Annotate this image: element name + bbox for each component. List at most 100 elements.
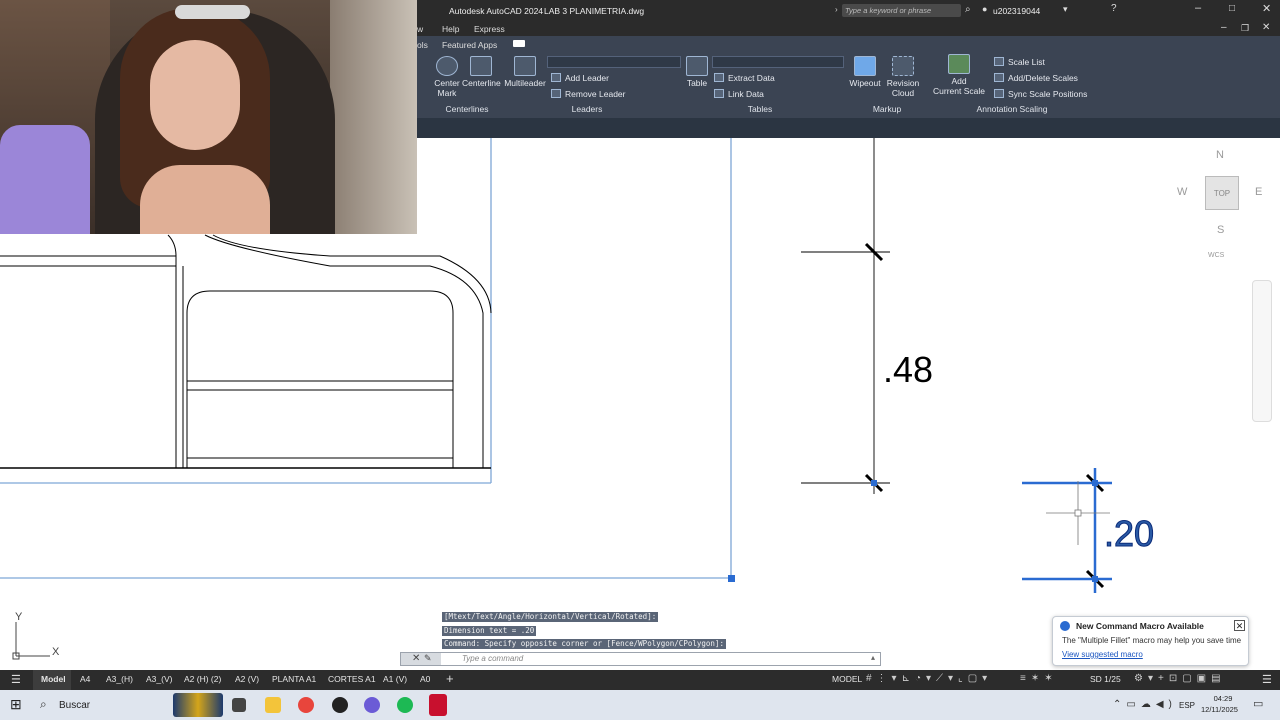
file-explorer-icon[interactable] [265, 697, 281, 713]
search-input[interactable]: Type a keyword or phrase [842, 4, 961, 17]
search-icon[interactable]: ⌕ [40, 697, 47, 712]
chevron-right-icon[interactable]: › [835, 5, 838, 14]
task-view-icon[interactable] [232, 698, 246, 712]
app-icon[interactable] [364, 697, 380, 713]
annotation-scale-button[interactable]: SD 1/25 [1090, 674, 1121, 684]
wipeout-button[interactable]: Wipeout [847, 56, 883, 88]
clock-date[interactable]: 12/11/2025 [1201, 705, 1238, 714]
menu-express[interactable]: Express [474, 24, 505, 34]
taskbar-search[interactable]: Buscar [59, 700, 90, 711]
windows-start-icon[interactable]: ⊞ [10, 696, 22, 713]
dimension-20[interactable]: .20 [1022, 468, 1155, 593]
app-icon[interactable] [332, 697, 348, 713]
furniture-drawing [0, 234, 492, 469]
table-button[interactable]: Table [683, 56, 711, 88]
status-toggle-icons[interactable]: #⋮▾⊾◔▾⟋▾⌞▢▾ [866, 673, 992, 684]
revision-cloud-button[interactable]: Revision Cloud [885, 56, 921, 98]
spotify-icon[interactable] [397, 697, 413, 713]
cart-icon[interactable]: ▾ [1063, 4, 1068, 15]
status-right-icons[interactable]: ⚙▾+⊡▢▣▤ [1134, 673, 1226, 684]
leader-style-dropdown[interactable] [547, 56, 681, 68]
doc-restore-button[interactable]: ❐ [1241, 23, 1249, 34]
status-annotation-icons[interactable]: ≡✶✶ [1020, 673, 1058, 684]
clock-time[interactable]: 04:29 [1208, 694, 1238, 703]
user-name[interactable]: u202319044 [993, 6, 1040, 16]
tab-layout[interactable]: A0 [420, 674, 430, 684]
tab-layout[interactable]: A3_(H) [106, 674, 133, 684]
command-input[interactable]: Type a command [462, 654, 523, 663]
grip[interactable] [728, 575, 735, 582]
menu-bar: w Help Express – ❐ ✕ [417, 21, 1280, 36]
notification-body: The "Multiple Fillet" macro may help you… [1062, 636, 1242, 645]
user-icon[interactable]: ● [982, 4, 987, 14]
tab-layout[interactable]: A2 (H) (2) [184, 674, 221, 684]
tab-layout[interactable]: A2 (V) [235, 674, 259, 684]
multileader-icon [514, 56, 536, 76]
dimension-text-48[interactable]: .48 [883, 349, 933, 390]
shoulders [140, 165, 270, 234]
info-icon [1060, 621, 1070, 631]
view-macro-link[interactable]: View suggested macro [1062, 650, 1143, 659]
chevron-up-icon[interactable]: ▴ [871, 653, 875, 662]
sync-scale-positions-button[interactable]: Sync Scale Positions [994, 89, 1087, 99]
sunglasses [175, 5, 250, 19]
notification-close-button[interactable]: ✕ [1234, 620, 1245, 631]
dimension-48[interactable]: .48 [801, 138, 933, 494]
autocad-icon[interactable] [429, 694, 447, 716]
viewcube-north[interactable]: N [1216, 149, 1224, 161]
viewcube-south[interactable]: S [1217, 224, 1224, 236]
language-indicator[interactable]: ESP [1179, 701, 1195, 710]
link-data-button[interactable]: Link Data [714, 89, 764, 99]
viewcube-west[interactable]: W [1177, 186, 1187, 198]
menu-help[interactable]: Help [442, 24, 459, 34]
close-icon[interactable]: ✕ [412, 653, 420, 664]
minimize-button[interactable]: – [1195, 2, 1201, 14]
wcs-menu[interactable]: WCS [1208, 252, 1224, 259]
tab-layout[interactable]: CORTES A1 [328, 674, 376, 684]
tray-icons[interactable]: ⌃▭☁◀) [1113, 699, 1177, 710]
model-space-button[interactable]: MODEL [832, 674, 862, 684]
close-button[interactable]: ✕ [1262, 2, 1271, 15]
sync-scale-icon [994, 89, 1004, 98]
multileader-button[interactable]: Multileader [503, 56, 547, 88]
tab-layout[interactable]: A1 (V) [383, 674, 407, 684]
centerline-button[interactable]: Centerline [462, 56, 501, 88]
add-layout-icon[interactable]: + [446, 671, 454, 686]
tab-layout[interactable]: A4 [80, 674, 90, 684]
viewcube-top-face[interactable]: TOP [1205, 176, 1239, 210]
revision-cloud-icon [892, 56, 914, 76]
widgets-icon[interactable] [173, 693, 223, 717]
app-title: Autodesk AutoCAD 2024 [449, 6, 544, 16]
center-mark-icon [436, 56, 458, 76]
table-style-dropdown[interactable] [712, 56, 844, 68]
center-mark-button[interactable]: Center Mark [433, 56, 461, 98]
dimension-text-20[interactable]: .20 [1104, 513, 1155, 555]
tab-layout[interactable]: A3_(V) [146, 674, 172, 684]
tab-featured-apps[interactable]: Featured Apps [442, 40, 497, 50]
doc-minimize-button[interactable]: – [1221, 22, 1227, 33]
add-current-scale-button[interactable]: Add Current Scale [932, 54, 986, 96]
menu-icon[interactable]: ☰ [11, 673, 21, 686]
menu-item[interactable]: w [417, 24, 423, 34]
notifications-icon[interactable]: ▭ [1253, 697, 1263, 710]
tab-model[interactable]: Model [41, 674, 66, 684]
tab-tools[interactable]: ols [417, 40, 428, 50]
viewcube-east[interactable]: E [1255, 186, 1262, 198]
remove-leader-button[interactable]: Remove Leader [551, 89, 625, 99]
extract-data-button[interactable]: Extract Data [714, 73, 775, 83]
doc-close-button[interactable]: ✕ [1262, 22, 1270, 33]
video-icon[interactable] [513, 40, 525, 47]
scale-list-button[interactable]: Scale List [994, 57, 1045, 67]
search-icon[interactable]: ⌕ [965, 4, 971, 15]
customize-icon[interactable]: ☰ [1262, 673, 1272, 686]
wrench-icon[interactable]: ✎ [424, 653, 432, 664]
add-delete-scales-button[interactable]: Add/Delete Scales [994, 73, 1078, 83]
chrome-icon[interactable] [298, 697, 314, 713]
add-leader-button[interactable]: Add Leader [551, 73, 609, 83]
help-icon[interactable]: ? [1111, 3, 1117, 14]
maximize-button[interactable]: □ [1229, 3, 1235, 14]
panel-label-tables: Tables [747, 104, 773, 114]
tab-layout[interactable]: PLANTA A1 [272, 674, 316, 684]
command-line[interactable]: ✕ ✎ Type a command ▴ [400, 652, 881, 666]
navigation-bar[interactable] [1252, 280, 1272, 422]
